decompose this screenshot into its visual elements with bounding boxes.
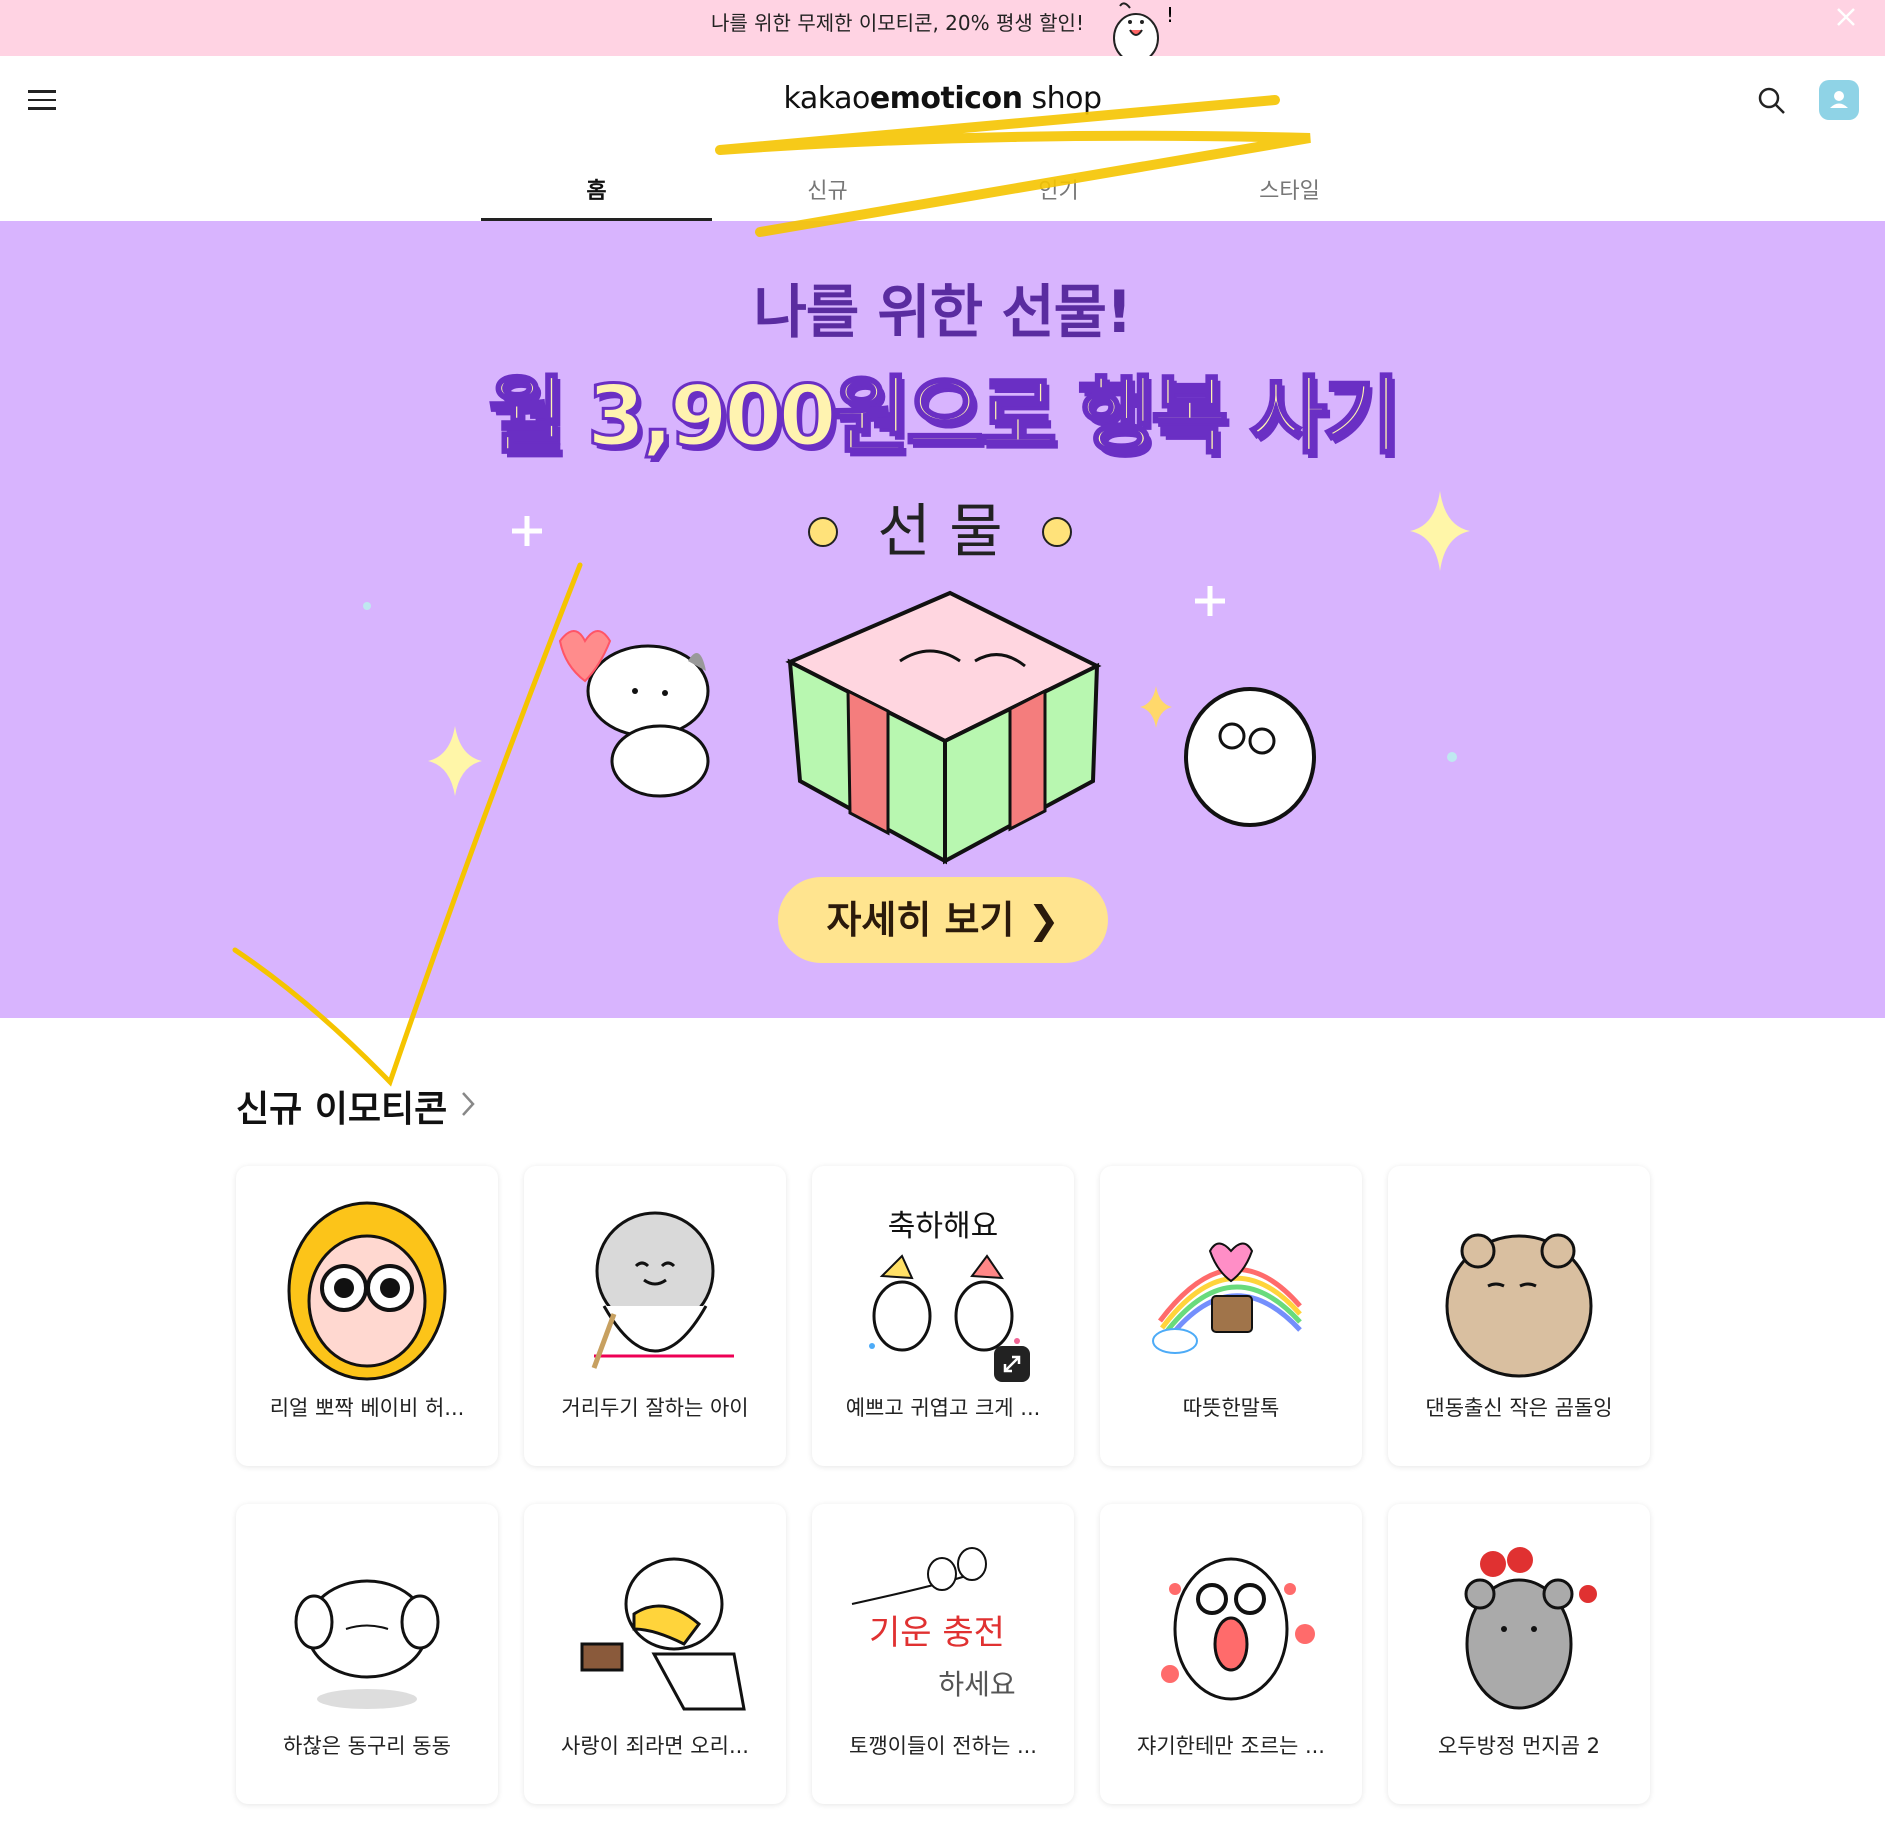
emoticon-thumbnail [1161, 1557, 1315, 1701]
emoticon-thumbnail [1152, 1242, 1302, 1354]
emoticon-card[interactable]: 축하해요 예쁘고 귀엽고 크게 ... [812, 1166, 1074, 1466]
emoticon-thumbnail [591, 1211, 734, 1369]
tab-style[interactable]: 스타일 [1174, 166, 1405, 221]
details-button[interactable]: 자세히 보기 ❯ [778, 877, 1108, 963]
svg-text:기운 충전: 기운 충전 [869, 1613, 1005, 1653]
emoticon-thumbnail: 축하해요 [869, 1209, 1020, 1352]
emoticon-thumbnail [580, 1557, 746, 1711]
emoticon-name: 하찮은 동구리 동동 [283, 1734, 451, 1758]
promo-character-icon: ! [1113, 2, 1174, 56]
emoticon-card[interactable]: 오두방정 먼지곰 2 [1388, 1504, 1650, 1804]
tab-home[interactable]: 홈 [481, 166, 712, 221]
expand-icon[interactable] [994, 1346, 1030, 1382]
close-icon[interactable] [1835, 6, 1857, 28]
emoticon-name: 댄동출신 작은 곰돌잉 [1425, 1396, 1613, 1420]
emoticon-card[interactable]: 거리두기 잘하는 아이 [524, 1166, 786, 1466]
emoticon-card[interactable]: 기운 충전 하세요 토깽이들이 전하는 ... [812, 1504, 1074, 1804]
logo[interactable]: kakaoemoticon shop [0, 81, 1885, 116]
logo-tail: shop [1022, 81, 1102, 116]
emoticon-card[interactable]: 하찮은 동구리 동동 [236, 1504, 498, 1804]
svg-text:하세요: 하세요 [938, 1668, 1015, 1701]
section-title[interactable]: 신규 이모티콘 [236, 1080, 447, 1132]
emoticon-card[interactable]: 사랑이 죄라면 오리... [524, 1504, 786, 1804]
tab-new[interactable]: 신규 [712, 166, 943, 221]
svg-text:축하해요: 축하해요 [888, 1209, 998, 1244]
chevron-right-icon[interactable] [460, 1090, 476, 1118]
avatar[interactable] [1819, 80, 1859, 120]
header: kakaoemoticon shop 홈 신규 인기 스타일 [0, 56, 1885, 221]
emoticon-thumbnail [294, 1579, 440, 1709]
svg-text:!: ! [1166, 3, 1174, 27]
emoticon-thumbnail [287, 1201, 447, 1381]
emoticon-card[interactable]: 리얼 뽀짝 베이비 허... [236, 1166, 498, 1466]
hero-banner[interactable]: 나를 위한 선물! 월 3,900원으로 행복 사기 선 물 자세히 보기 ❯ [0, 221, 1885, 1018]
emoticon-name: 토깽이들이 전하는 ... [849, 1734, 1037, 1758]
emoticon-name: 리얼 뽀짝 베이비 허... [269, 1396, 465, 1420]
logo-bold: emoticon [869, 81, 1023, 116]
logo-light: kakao [783, 81, 871, 116]
emoticon-thumbnail [1445, 1233, 1593, 1378]
promo-text: 나를 위한 무제한 이모티콘, 20% 평생 할인! [711, 11, 1084, 35]
svg-text:선 물: 선 물 [877, 497, 1002, 565]
emoticon-name: 따뜻한말톡 [1182, 1396, 1280, 1420]
emoticon-card[interactable]: 따뜻한말톡 [1100, 1166, 1362, 1466]
emoticon-name: 오두방정 먼지곰 2 [1438, 1734, 1600, 1758]
emoticon-name: 사랑이 죄라면 오리... [561, 1734, 749, 1758]
emoticon-thumbnail: 기운 충전 하세요 [851, 1547, 1016, 1701]
emoticon-name: 예쁘고 귀엽고 크게 ... [845, 1396, 1041, 1420]
emoticon-name: 쟈기한테만 조르는 ... [1137, 1734, 1325, 1758]
emoticon-name: 거리두기 잘하는 아이 [561, 1396, 749, 1420]
emoticon-card[interactable]: 쟈기한테만 조르는 ... [1100, 1504, 1362, 1804]
emoticon-card[interactable]: 댄동출신 작은 곰돌잉 [1388, 1166, 1650, 1466]
user-icon [1830, 91, 1848, 108]
emoticon-thumbnail [1464, 1547, 1597, 1710]
tab-popular[interactable]: 인기 [943, 166, 1174, 221]
promo-bar[interactable]: 나를 위한 무제한 이모티콘, 20% 평생 할인! ! [0, 0, 1885, 56]
search-icon[interactable] [1757, 86, 1787, 116]
nav-tabs: 홈 신규 인기 스타일 [481, 166, 1405, 221]
